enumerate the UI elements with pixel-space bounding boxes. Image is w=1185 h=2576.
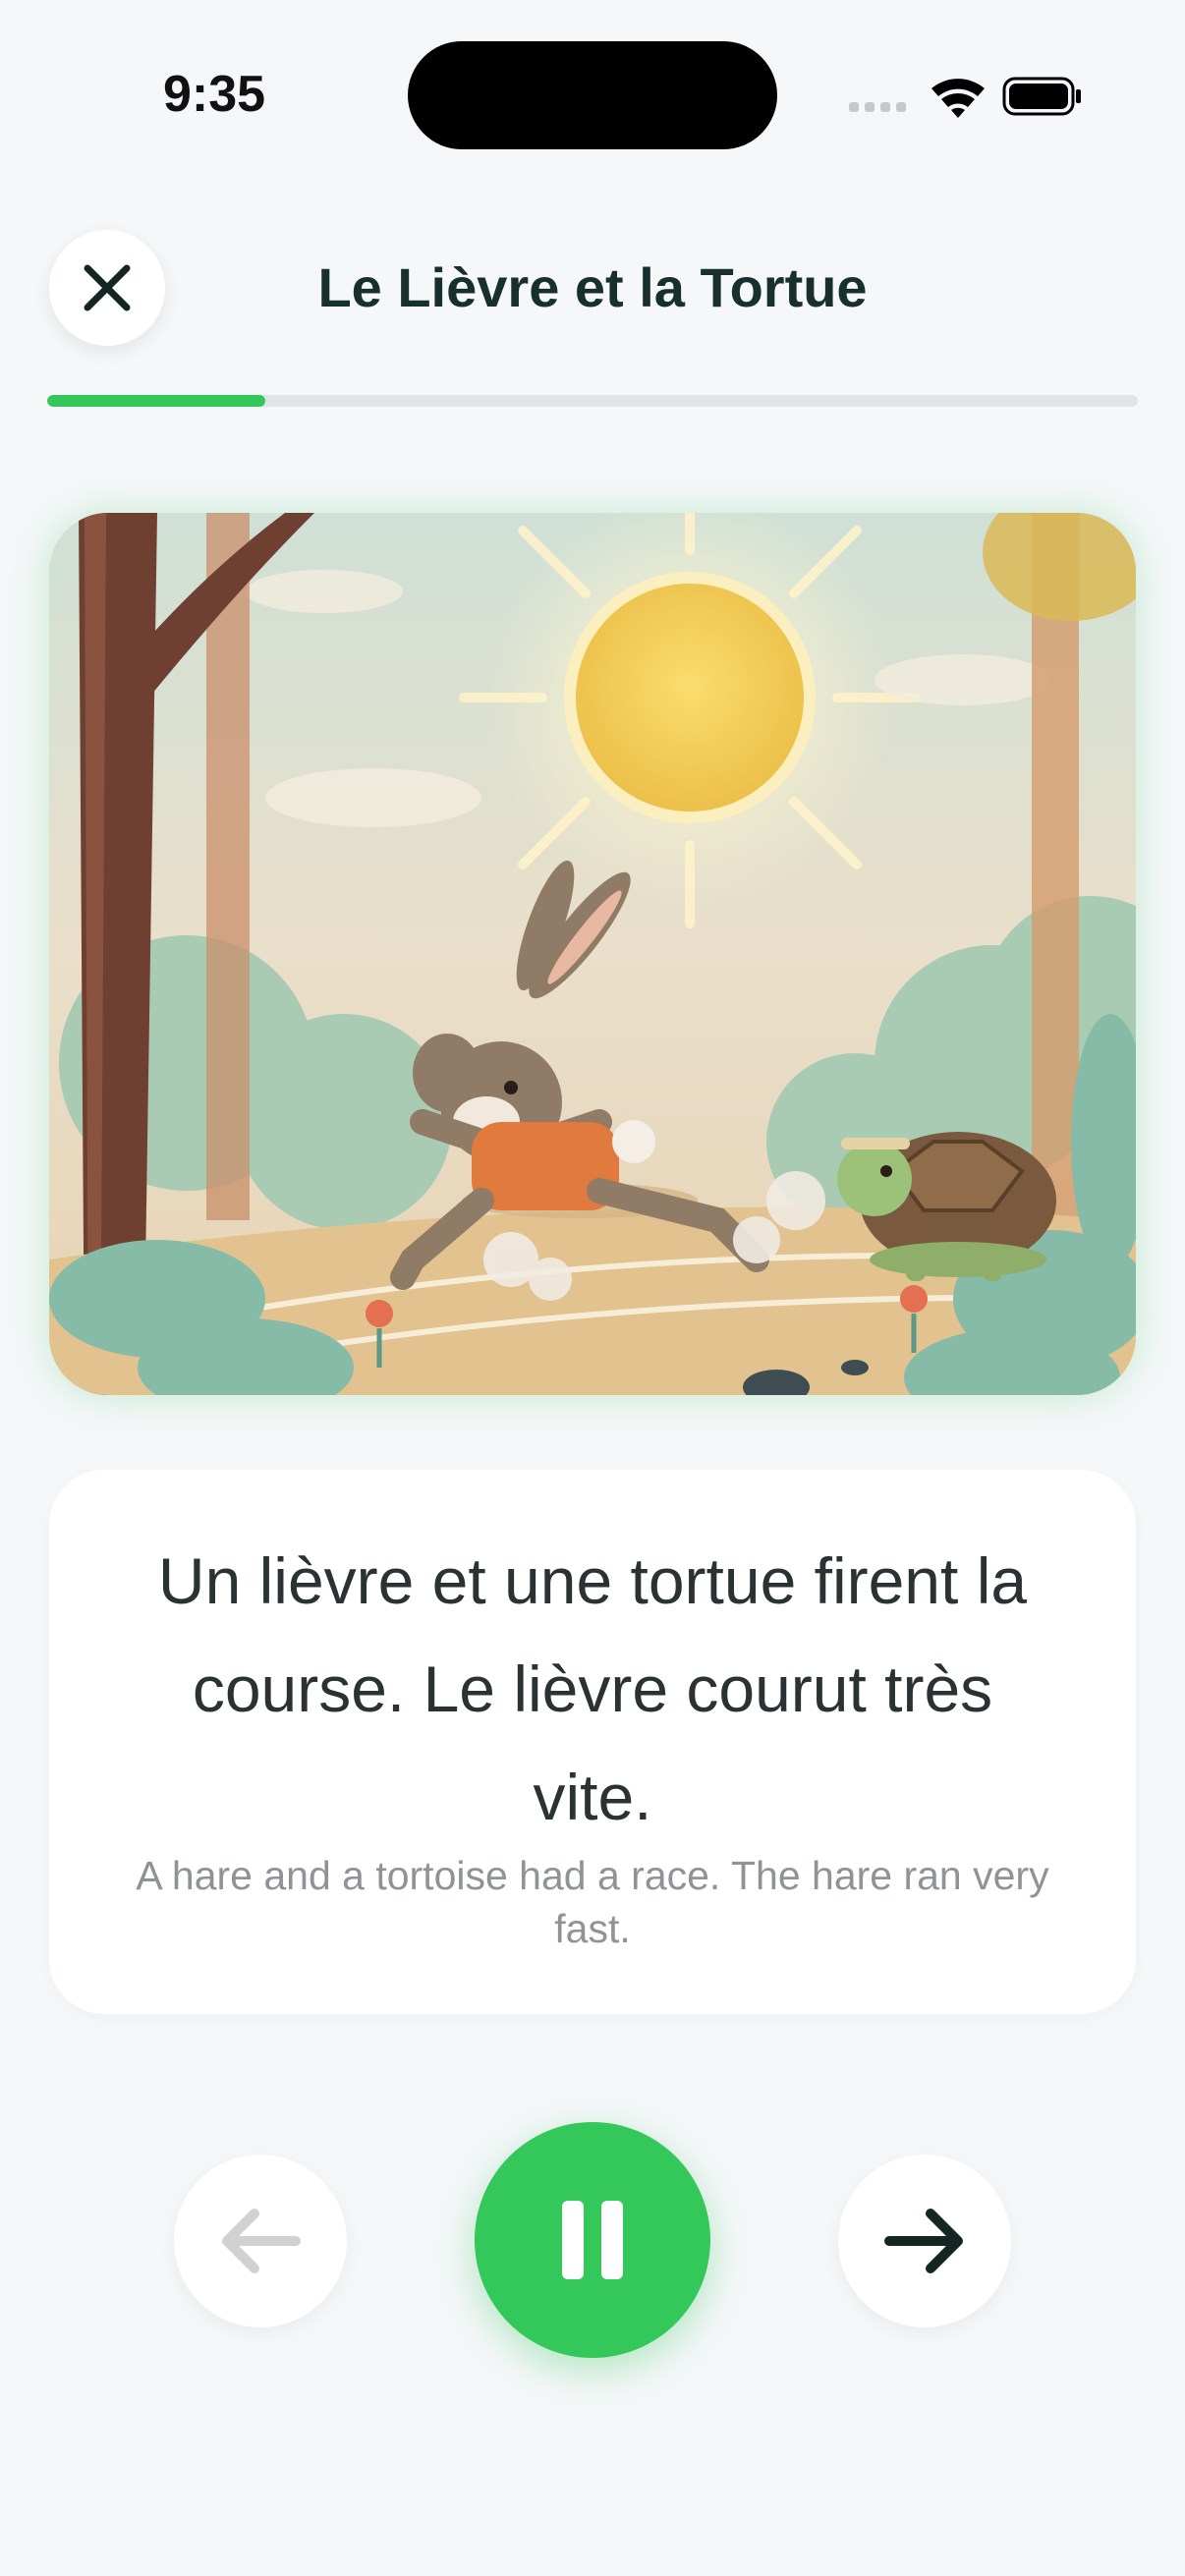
story-illustration (49, 513, 1136, 1395)
wifi-icon (931, 79, 985, 118)
tortoise (837, 1132, 1056, 1281)
next-page-button[interactable] (838, 2155, 1011, 2327)
story-text-card: Un lièvre et une tortue firent la course… (49, 1470, 1136, 2014)
sun (459, 513, 921, 928)
arrow-left-icon (222, 2209, 301, 2273)
previous-page-button[interactable] (174, 2155, 347, 2327)
story-header: Le Lièvre et la Tortue (0, 226, 1185, 354)
french-sentence: Un lièvre et une tortue firent la course… (157, 1544, 1028, 1833)
pause-button[interactable] (475, 2122, 710, 2358)
cellular-signal-icon (849, 102, 906, 112)
status-bar: 9:35 (0, 0, 1185, 187)
close-button[interactable] (49, 230, 165, 346)
battery-icon (1002, 77, 1081, 116)
story-title: Le Lièvre et la Tortue (317, 256, 868, 318)
english-translation: A hare and a tortoise had a race. The ha… (136, 1853, 1049, 1951)
arrow-right-icon (884, 2209, 963, 2273)
pause-icon (562, 2201, 623, 2279)
story-progress-fill (47, 395, 265, 407)
status-icons (849, 77, 1081, 118)
dynamic-island (408, 41, 777, 149)
story-progress-bar (47, 395, 1138, 407)
status-time: 9:35 (163, 66, 266, 123)
close-icon (84, 264, 131, 311)
